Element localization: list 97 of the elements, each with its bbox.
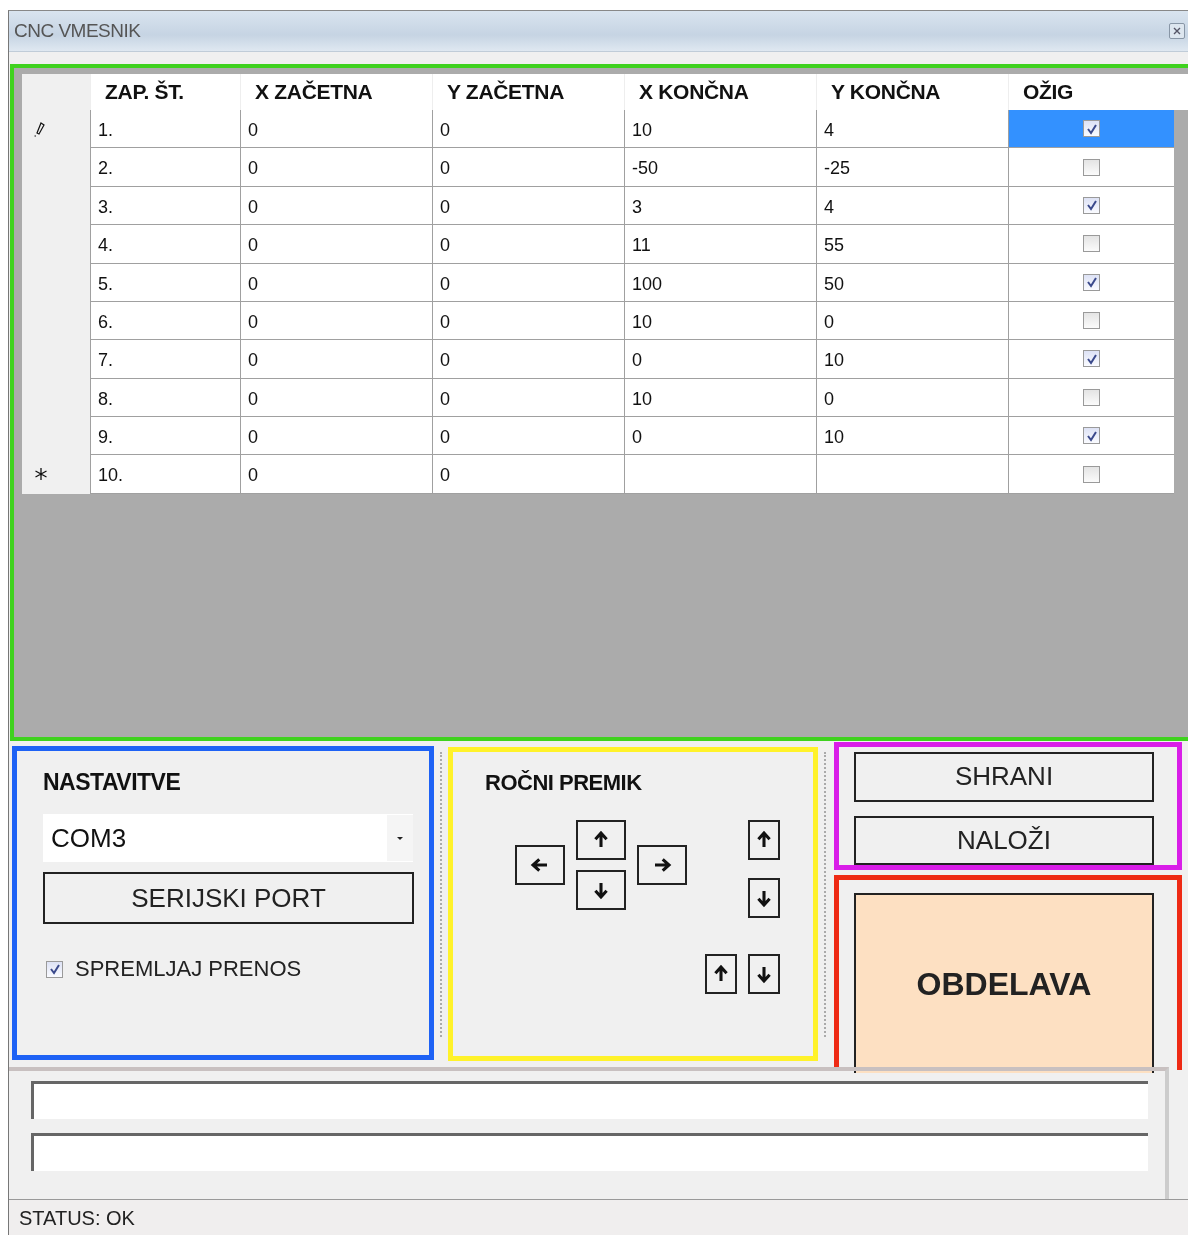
table-cell: 10	[816, 340, 1008, 379]
arrow-down-icon	[755, 888, 773, 908]
arrow-button[interactable]	[576, 820, 626, 861]
checkbox[interactable]	[1083, 196, 1100, 214]
arrow-button[interactable]	[637, 845, 687, 886]
check-icon	[1085, 199, 1098, 212]
checkbox[interactable]	[46, 960, 63, 978]
table-cell: 0	[432, 417, 624, 456]
table-cell: 0	[624, 417, 816, 456]
table-cell: 1.	[90, 109, 240, 149]
table-cell: 2.	[90, 148, 240, 187]
status-text: STATUS: OK	[19, 1206, 135, 1230]
table-cell: 0	[432, 148, 624, 187]
table-cell: 0	[432, 225, 624, 264]
table-cell: 0	[432, 378, 624, 418]
checkbox[interactable]	[1083, 350, 1100, 368]
table-cell: 0	[432, 186, 624, 226]
table-cell: 0	[240, 109, 432, 149]
table-cell: 7.	[90, 340, 240, 379]
table-cell: -50	[624, 148, 816, 187]
caret-icon	[396, 835, 404, 841]
checkbox[interactable]	[1083, 120, 1100, 138]
checkbox[interactable]	[1083, 158, 1100, 176]
table-cell: 0	[432, 340, 624, 379]
table-cell: 0	[432, 455, 624, 494]
checkbox[interactable]	[1083, 388, 1100, 406]
check-icon	[1085, 276, 1098, 289]
header-corner	[22, 73, 90, 110]
table-cell: 0	[432, 263, 624, 302]
arrow-up-icon	[592, 830, 610, 850]
table-cell: 0	[240, 148, 432, 187]
table-cell: 0	[240, 378, 432, 418]
arrow-button[interactable]	[748, 820, 780, 861]
table-cell: 0	[240, 417, 432, 456]
table-cell: 0	[624, 340, 816, 379]
arrow-button[interactable]	[576, 870, 626, 911]
close-button[interactable]	[1169, 22, 1185, 39]
checkbox[interactable]	[1083, 465, 1100, 483]
table-cell: 0	[240, 225, 432, 264]
table-cell: 8.	[90, 378, 240, 418]
close-icon	[1172, 25, 1182, 36]
panel-title: ROČNI PREMIK	[484, 770, 643, 797]
table-cell: 10	[624, 109, 816, 149]
arrow-button[interactable]	[748, 878, 780, 919]
table-cell: 6.	[90, 301, 240, 341]
arrow-button[interactable]	[515, 845, 565, 886]
table-cell: 10	[624, 378, 816, 418]
table-cell: 0	[240, 263, 432, 302]
serial-port-button[interactable]: SERIJSKI PORT	[43, 872, 414, 925]
arrow-button[interactable]	[748, 954, 780, 995]
table-cell: -25	[816, 148, 1008, 187]
table-cell: 0	[240, 186, 432, 226]
arrow-right-icon	[652, 856, 672, 874]
check-icon	[1085, 353, 1098, 365]
arrow-down-icon	[755, 964, 773, 984]
table-cell: 50	[816, 263, 1008, 302]
file-button[interactable]: SHRANI	[854, 752, 1154, 802]
arrow-button[interactable]	[705, 954, 737, 995]
checkbox[interactable]	[1083, 273, 1100, 291]
table-cell: 0	[240, 301, 432, 341]
file-button[interactable]: NALOŽI	[854, 815, 1154, 866]
checkbox[interactable]	[1083, 235, 1100, 253]
table-cell: 11	[624, 225, 816, 264]
table-cell: 0	[240, 455, 432, 494]
port-dropdown[interactable]: COM3	[43, 814, 413, 863]
checkbox[interactable]	[1083, 427, 1100, 445]
arrow-down-icon	[592, 880, 610, 900]
table-cell: 0	[432, 301, 624, 341]
table-cell: 0	[816, 301, 1008, 341]
table-cell: 10	[624, 301, 816, 341]
asterisk-icon	[34, 467, 48, 482]
checkbox-label: SPREMLJAJ PRENOS	[75, 956, 302, 983]
check-icon	[1085, 429, 1098, 442]
check-icon	[1085, 122, 1098, 135]
table-cell: 0	[240, 340, 432, 379]
checkbox[interactable]	[1083, 312, 1100, 330]
table-cell: 10.	[90, 455, 240, 494]
process-button[interactable]: OBDELAVA	[854, 893, 1154, 1074]
table-cell: 100	[624, 263, 816, 302]
table-cell: 3.	[90, 186, 240, 226]
arrow-up-icon	[755, 830, 773, 850]
table-cell: 3	[624, 186, 816, 226]
table-cell: 10	[816, 417, 1008, 456]
table-cell: 0	[816, 378, 1008, 418]
arrow-up-icon	[712, 964, 730, 984]
table-cell: 4.	[90, 225, 240, 264]
panel-title: NASTAVITVE	[43, 769, 182, 797]
pencil-icon	[34, 120, 46, 137]
table-cell: 55	[816, 225, 1008, 264]
arrow-left-icon	[530, 856, 550, 874]
check-icon	[48, 963, 61, 976]
table-cell: 4	[816, 109, 1008, 149]
table-cell: 0	[432, 109, 624, 149]
window-title: CNC VMESNIK	[14, 19, 141, 42]
table-cell: 4	[816, 186, 1008, 226]
table-cell: 9.	[90, 417, 240, 456]
table-cell: 5.	[90, 263, 240, 302]
